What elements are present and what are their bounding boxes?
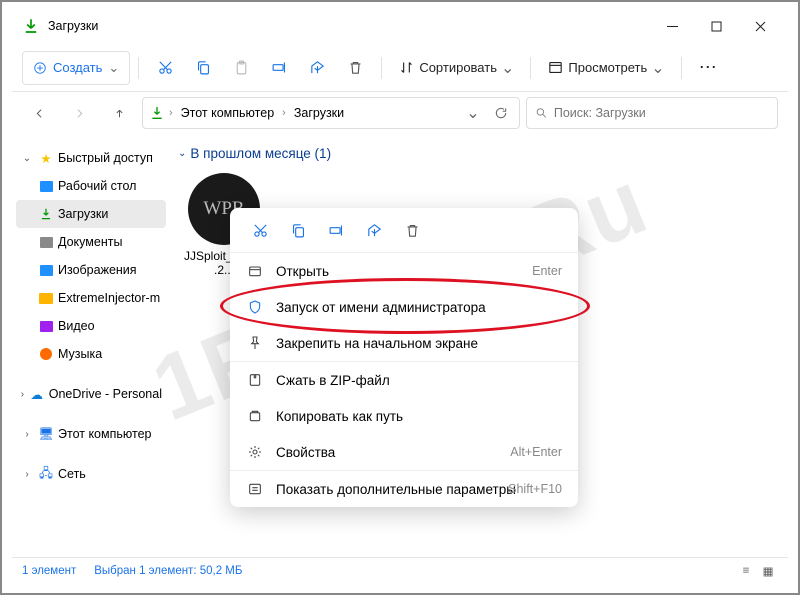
window-icon	[22, 17, 40, 35]
downloads-icon	[149, 105, 165, 121]
minimize-button[interactable]	[650, 10, 694, 42]
ctx-item-shield[interactable]: Запуск от имени администратора	[230, 289, 578, 325]
ctx-delete-button[interactable]	[394, 214, 430, 246]
star-icon: ★	[38, 150, 54, 166]
chevron-down-icon: ⌄	[178, 148, 186, 159]
chevron-down-icon: ⌄	[501, 58, 514, 78]
sidebar-onedrive[interactable]: › ☁ OneDrive - Personal	[16, 380, 166, 408]
sidebar-thispc[interactable]: › 🖥 Этот компьютер	[16, 420, 166, 448]
refresh-button[interactable]	[489, 101, 513, 125]
sort-button[interactable]: Сортировать ⌄	[390, 51, 522, 85]
group-header[interactable]: ⌄ В прошлом месяце (1)	[174, 144, 784, 163]
sidebar: ⌄ ★ Быстрый доступ Рабочий столЗагрузкиД…	[12, 136, 170, 557]
ctx-share-button[interactable]	[356, 214, 392, 246]
ctx-item-zip[interactable]: Сжать в ZIP-файл	[230, 362, 578, 398]
square-icon	[38, 178, 54, 194]
ctx-item-more[interactable]: Показать дополнительные параметрыShift+F…	[230, 471, 578, 507]
maximize-button[interactable]	[694, 10, 738, 42]
breadcrumb-downloads[interactable]: Загрузки	[290, 104, 348, 122]
ctx-rename-button[interactable]	[318, 214, 354, 246]
cut-button[interactable]	[147, 51, 183, 85]
ctx-item-copypath[interactable]: Копировать как путь	[230, 398, 578, 434]
square-icon	[38, 318, 54, 334]
sidebar-item-1[interactable]: Загрузки	[16, 200, 166, 228]
toolbar: Создать ⌄ Сортировать ⌄ Просмотреть ⌄ ⋯	[12, 44, 788, 92]
sidebar-item-6[interactable]: Музыка	[16, 340, 166, 368]
paste-button[interactable]	[223, 51, 259, 85]
cloud-icon: ☁	[29, 386, 45, 402]
monitor-icon: 🖥	[38, 426, 54, 442]
share-button[interactable]	[299, 51, 335, 85]
addr-dropdown-button[interactable]: ⌄	[461, 101, 485, 125]
chevron-down-icon: ⌄	[20, 153, 34, 164]
more-icon	[246, 480, 264, 498]
explorer-window: Загрузки Создать ⌄ Сортировать ⌄ Просмот…	[12, 8, 788, 583]
sidebar-item-0[interactable]: Рабочий стол	[16, 172, 166, 200]
copypath-icon	[246, 407, 264, 425]
ctx-item-props[interactable]: СвойстваAlt+Enter	[230, 434, 578, 470]
sidebar-network[interactable]: › 🖧 Сеть	[16, 460, 166, 488]
new-button[interactable]: Создать ⌄	[22, 51, 130, 85]
ctx-item-pin[interactable]: Закрепить на начальном экране	[230, 325, 578, 361]
status-count: 1 элемент	[22, 565, 76, 577]
search-box[interactable]	[526, 97, 778, 129]
folder-icon	[38, 290, 54, 306]
shield-icon	[246, 298, 264, 316]
close-button[interactable]	[738, 10, 782, 42]
music-icon	[38, 346, 54, 362]
rename-button[interactable]	[261, 51, 297, 85]
sidebar-item-5[interactable]: Видео	[16, 312, 166, 340]
up-button[interactable]	[102, 98, 136, 128]
search-input[interactable]	[554, 106, 769, 120]
sidebar-item-4[interactable]: ExtremeInjector-m	[16, 284, 166, 312]
sidebar-quick-access[interactable]: ⌄ ★ Быстрый доступ	[16, 144, 166, 172]
square-icon	[38, 206, 54, 222]
ctx-item-open[interactable]: ОткрытьEnter	[230, 253, 578, 289]
window-title: Загрузки	[48, 19, 650, 33]
status-selection: Выбран 1 элемент: 50,2 МБ	[94, 565, 242, 577]
view-button[interactable]: Просмотреть ⌄	[539, 51, 672, 85]
status-bar: 1 элемент Выбран 1 элемент: 50,2 МБ ≡ ▦	[12, 557, 788, 583]
search-icon	[535, 106, 548, 120]
view-details-button[interactable]: ≡	[736, 562, 756, 580]
square-icon	[38, 234, 54, 250]
chevron-right-icon: ›	[20, 469, 34, 480]
title-bar: Загрузки	[12, 8, 788, 44]
open-icon	[246, 262, 264, 280]
sidebar-item-2[interactable]: Документы	[16, 228, 166, 256]
more-button[interactable]: ⋯	[690, 51, 726, 85]
zip-icon	[246, 371, 264, 389]
pin-icon	[246, 334, 264, 352]
back-button[interactable]	[22, 98, 56, 128]
ctx-copy-button[interactable]	[280, 214, 316, 246]
copy-button[interactable]	[185, 51, 221, 85]
delete-button[interactable]	[337, 51, 373, 85]
context-quick-actions	[230, 208, 578, 252]
address-bar[interactable]: › Этот компьютер › Загрузки ⌄	[142, 97, 520, 129]
view-grid-button[interactable]: ▦	[758, 562, 778, 580]
context-menu: ОткрытьEnterЗапуск от имени администрато…	[230, 208, 578, 507]
chevron-down-icon: ⌄	[651, 58, 664, 78]
props-icon	[246, 443, 264, 461]
sidebar-item-3[interactable]: Изображения	[16, 256, 166, 284]
chevron-right-icon: ›	[20, 389, 25, 400]
breadcrumb-pc[interactable]: Этот компьютер	[177, 104, 278, 122]
square-icon	[38, 262, 54, 278]
forward-button[interactable]	[62, 98, 96, 128]
chevron-right-icon: ›	[20, 429, 34, 440]
ctx-cut-button[interactable]	[242, 214, 278, 246]
network-icon: 🖧	[38, 466, 54, 482]
nav-row: › Этот компьютер › Загрузки ⌄	[12, 92, 788, 136]
chevron-down-icon: ⌄	[108, 60, 119, 76]
